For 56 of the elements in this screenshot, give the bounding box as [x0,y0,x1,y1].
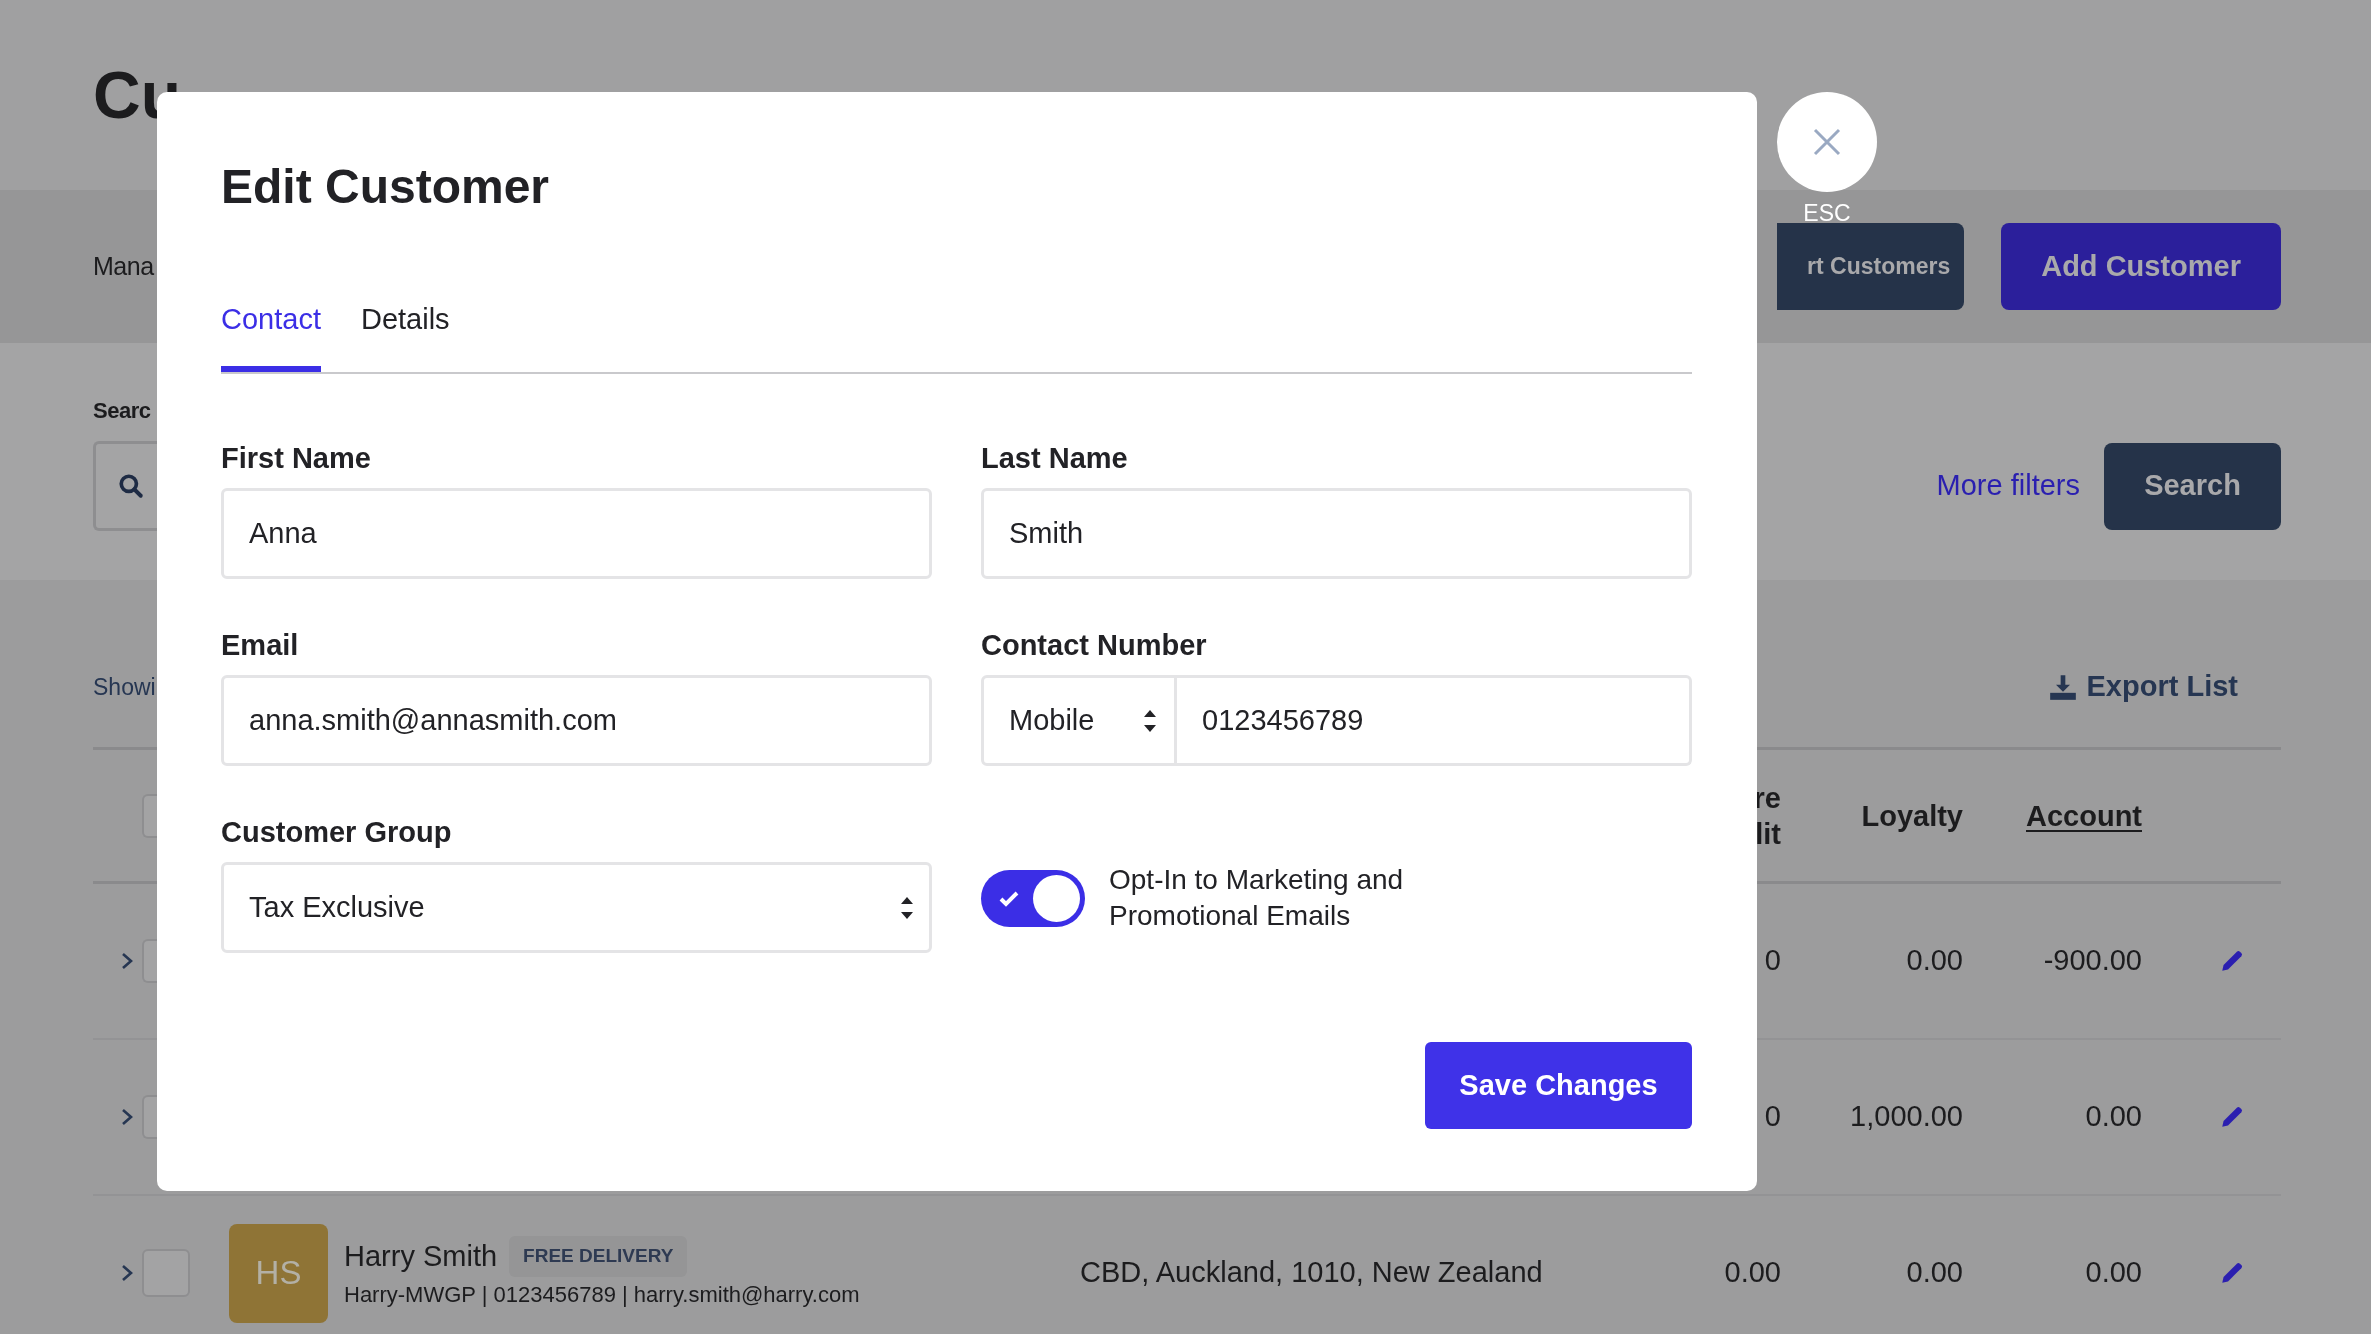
table-cell-text: 0 [1763,1099,1781,1135]
checkbox[interactable] [142,1095,157,1139]
field-label: Customer Group [221,815,453,850]
table-cell-text: 0.00 [1723,1255,1781,1291]
add-customer-button[interactable]: Add Customer [2001,223,2281,310]
column-header: Loyalty [1860,798,1963,834]
dialog-title: Edit Customer [221,159,551,215]
toggle-switch[interactable] [981,869,1085,927]
input-field[interactable]: Smith [981,488,1692,579]
more-filters-link[interactable]: More filters [1936,464,2080,508]
search-icon [118,473,144,499]
checkbox[interactable] [142,939,157,983]
sort-arrows-icon [899,895,915,920]
sort-arrows-icon [1142,708,1158,733]
table-cell-text: 0.00 [2084,1255,2142,1291]
table-cell-text: -900.00 [2042,943,2142,979]
input-field[interactable]: Anna [221,488,932,579]
save-changes-button[interactable]: Save Changes [1425,1042,1692,1129]
field-label: Email [221,628,300,663]
pencil-icon [2219,1260,2245,1286]
check-icon [999,890,1019,907]
field-label: Last Name [981,441,1129,476]
column-header[interactable]: Account [1963,797,2142,834]
page-subtitle: Mana [93,250,154,282]
pencil-icon [2219,948,2245,974]
search-label: Searc [93,397,151,425]
field-label: First Name [221,441,372,476]
avatar-initials: HS [229,1223,328,1323]
select-field[interactable]: Tax Exclusive [221,862,932,953]
table-cell-text: 0.00 [1905,1255,1963,1291]
table-cell-text: 0.00 [1905,943,1963,979]
pencil-icon [2219,1104,2245,1130]
chevron-right-icon [120,1263,134,1283]
chevron-right-icon [120,1107,134,1127]
customers-button[interactable]: rt Customers [1777,223,1965,310]
tag: FREE DELIVERY [509,1236,688,1277]
close-icon [1812,127,1842,157]
download-icon [2048,673,2077,701]
address-cell-text: CBD, Auckland, 1010, New Zealand [1080,1255,1544,1291]
search-button[interactable]: Search [2104,442,2281,530]
tab[interactable]: Details [360,280,450,372]
table-cell-text: 0 [1763,943,1781,979]
table-cell-text: 0.00 [2084,1099,2142,1135]
field-label: Contact Number [981,628,1208,663]
checkbox[interactable] [142,793,157,838]
customer-name: Harry Smith [344,1238,498,1274]
customer-details: Harry-MWGP | 0123456789 | harry.smith@harry.com [344,1281,860,1310]
tab[interactable]: Contact [221,280,321,372]
chevron-right-icon [120,951,134,971]
export-list-link[interactable]: Export List [2048,665,2238,709]
input-field[interactable]: 0123456789 [1177,675,1692,766]
table-cell-text: 1,000.00 [1849,1099,1963,1135]
toggle-label: Opt-In to Marketing and Promotional Emails [1109,863,1405,933]
showing-text: Showi [93,672,156,702]
select-field[interactable]: Mobile [981,675,1177,766]
input-field[interactable]: anna.smith@annasmith.com [221,675,932,766]
